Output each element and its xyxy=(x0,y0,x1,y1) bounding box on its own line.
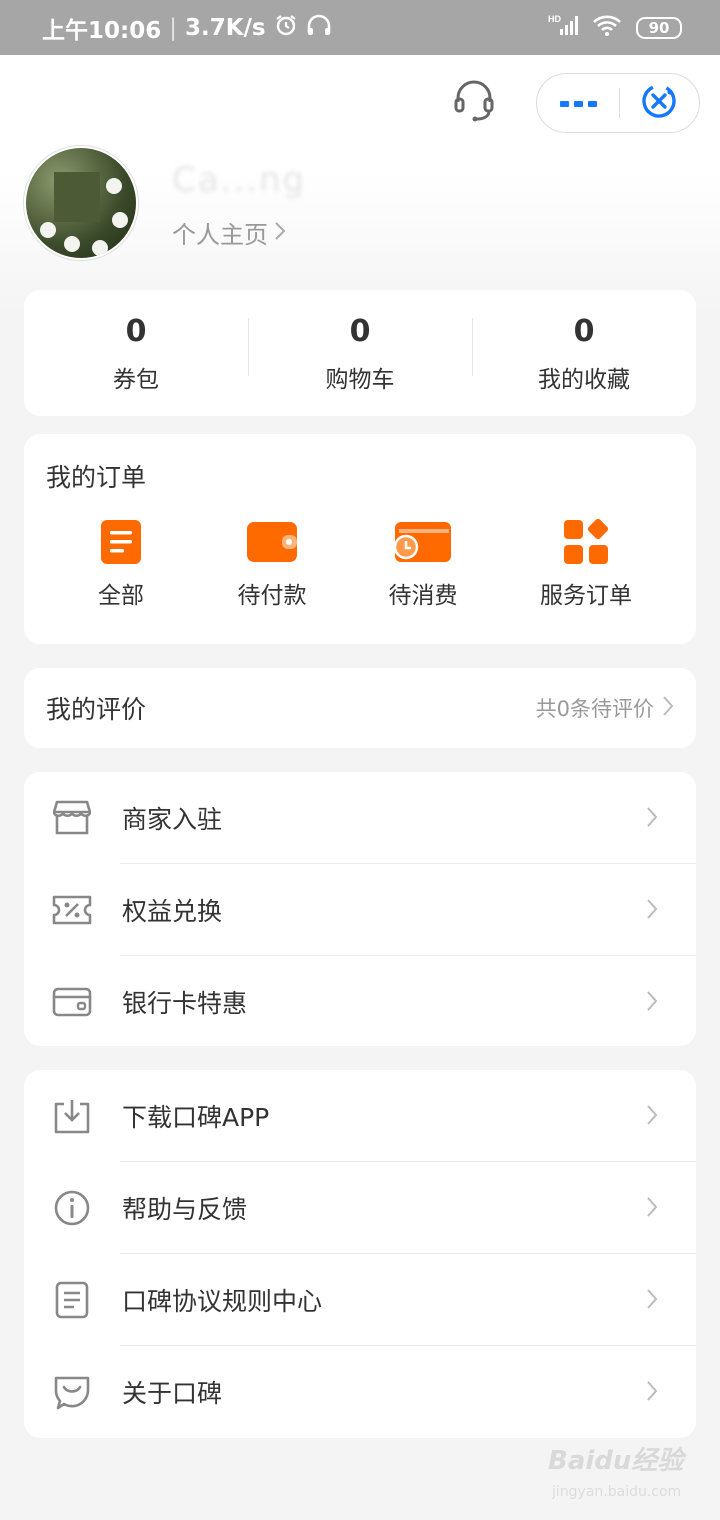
headphones-icon xyxy=(306,13,332,43)
review-title: 我的评价 xyxy=(46,695,147,724)
chevron-right-icon xyxy=(646,806,658,832)
review-card[interactable]: 我的评价 共0条待评价 xyxy=(24,668,696,748)
menu-item-label: 帮助与反馈 xyxy=(122,1195,248,1224)
info-icon xyxy=(52,1188,92,1228)
miniapp-capsule xyxy=(536,73,700,133)
stat-value: 0 xyxy=(349,314,371,349)
more-button[interactable] xyxy=(537,74,619,132)
menu-item-label: 商家入驻 xyxy=(122,805,223,834)
menu-item-label: 口碑协议规则中心 xyxy=(122,1287,323,1316)
watermark: Baidu经验 xyxy=(548,1446,684,1476)
close-miniapp-icon xyxy=(640,82,678,124)
profile-link-label: 个人主页 xyxy=(172,221,268,249)
battery-icon: 90 xyxy=(636,16,682,39)
profile-link[interactable]: 个人主页 xyxy=(172,215,286,250)
store-icon xyxy=(52,798,92,838)
menu-group-about: 下载口碑APP 帮助与反馈 口碑协议规则中心 关于口碑 xyxy=(24,1070,696,1438)
coupon-percent-icon xyxy=(52,890,92,930)
stat-favorites[interactable]: 0 我的收藏 xyxy=(472,312,696,394)
stat-cart[interactable]: 0 购物车 xyxy=(248,312,472,394)
grid-service-icon xyxy=(563,518,609,569)
order-label: 服务订单 xyxy=(540,583,632,609)
more-icon xyxy=(558,94,598,113)
order-pending-payment[interactable]: 待付款 xyxy=(218,518,326,610)
status-time: 上午10:06 xyxy=(42,17,162,44)
signal-icon: HD xyxy=(548,13,578,43)
chevron-right-icon xyxy=(274,219,286,247)
download-icon xyxy=(52,1096,92,1136)
order-label: 待消费 xyxy=(388,583,458,609)
menu-item-download-app[interactable]: 下载口碑APP xyxy=(24,1070,696,1162)
menu-group-merchant: 商家入驻 权益兑换 银行卡特惠 xyxy=(24,772,696,1046)
stat-label: 我的收藏 xyxy=(538,367,630,393)
close-miniapp-button[interactable] xyxy=(620,74,700,132)
stat-value: 0 xyxy=(125,314,147,349)
username: Ca...ng xyxy=(172,160,307,200)
order-list-icon xyxy=(100,519,142,569)
menu-item-rules-center[interactable]: 口碑协议规则中心 xyxy=(24,1254,696,1346)
avatar[interactable] xyxy=(24,146,138,260)
watermark-url: jingyan.baidu.com xyxy=(552,1484,682,1500)
order-service[interactable]: 服务订单 xyxy=(520,518,652,610)
orders-title: 我的订单 xyxy=(46,463,147,492)
customer-service-button[interactable] xyxy=(448,78,500,128)
review-pending-label: 共0条待评价 xyxy=(535,697,654,721)
chevron-right-icon xyxy=(646,1380,658,1406)
stat-label: 购物车 xyxy=(325,367,395,393)
menu-item-label: 关于口碑 xyxy=(122,1379,223,1408)
stat-label: 券包 xyxy=(113,367,159,393)
wallet-icon xyxy=(246,521,298,567)
chevron-right-icon xyxy=(646,1288,658,1314)
menu-item-label: 下载口碑APP xyxy=(122,1103,270,1132)
review-pending: 共0条待评价 xyxy=(536,693,674,723)
order-label: 全部 xyxy=(98,583,144,609)
alarm-icon xyxy=(274,13,298,43)
wifi-icon xyxy=(592,13,622,43)
menu-item-bank-card[interactable]: 银行卡特惠 xyxy=(24,956,696,1048)
order-pending-use[interactable]: 待消费 xyxy=(326,518,520,610)
customer-service-icon xyxy=(451,78,497,128)
order-grid: 全部 待付款 待消费 服务订单 xyxy=(24,518,696,610)
menu-item-merchant-join[interactable]: 商家入驻 xyxy=(24,772,696,864)
koubei-logo-icon xyxy=(52,1372,92,1412)
menu-item-rights-exchange[interactable]: 权益兑换 xyxy=(24,864,696,956)
order-label: 待付款 xyxy=(237,583,307,609)
chevron-right-icon xyxy=(646,898,658,924)
menu-item-label: 权益兑换 xyxy=(122,897,223,926)
status-bar: 上午10:06 | 3.7K/s HD 90 xyxy=(0,0,720,55)
chevron-right-icon xyxy=(646,990,658,1016)
stats-card: 0 券包 0 购物车 0 我的收藏 xyxy=(24,290,696,416)
stat-value: 0 xyxy=(573,314,595,349)
menu-item-help-feedback[interactable]: 帮助与反馈 xyxy=(24,1162,696,1254)
document-icon xyxy=(52,1280,92,1320)
svg-text:HD: HD xyxy=(548,14,561,24)
chevron-right-icon xyxy=(646,1196,658,1222)
order-all[interactable]: 全部 xyxy=(24,518,218,610)
orders-card: 我的订单 全部 待付款 待消费 服务订单 xyxy=(24,434,696,644)
chevron-right-icon xyxy=(662,695,674,722)
bank-card-icon xyxy=(52,982,92,1022)
menu-item-about-koubei[interactable]: 关于口碑 xyxy=(24,1346,696,1438)
menu-item-label: 银行卡特惠 xyxy=(122,989,248,1018)
chevron-right-icon xyxy=(646,1104,658,1130)
ticket-clock-icon xyxy=(393,521,453,567)
network-speed: 3.7K/s xyxy=(184,14,266,41)
stat-coupon[interactable]: 0 券包 xyxy=(24,312,248,394)
